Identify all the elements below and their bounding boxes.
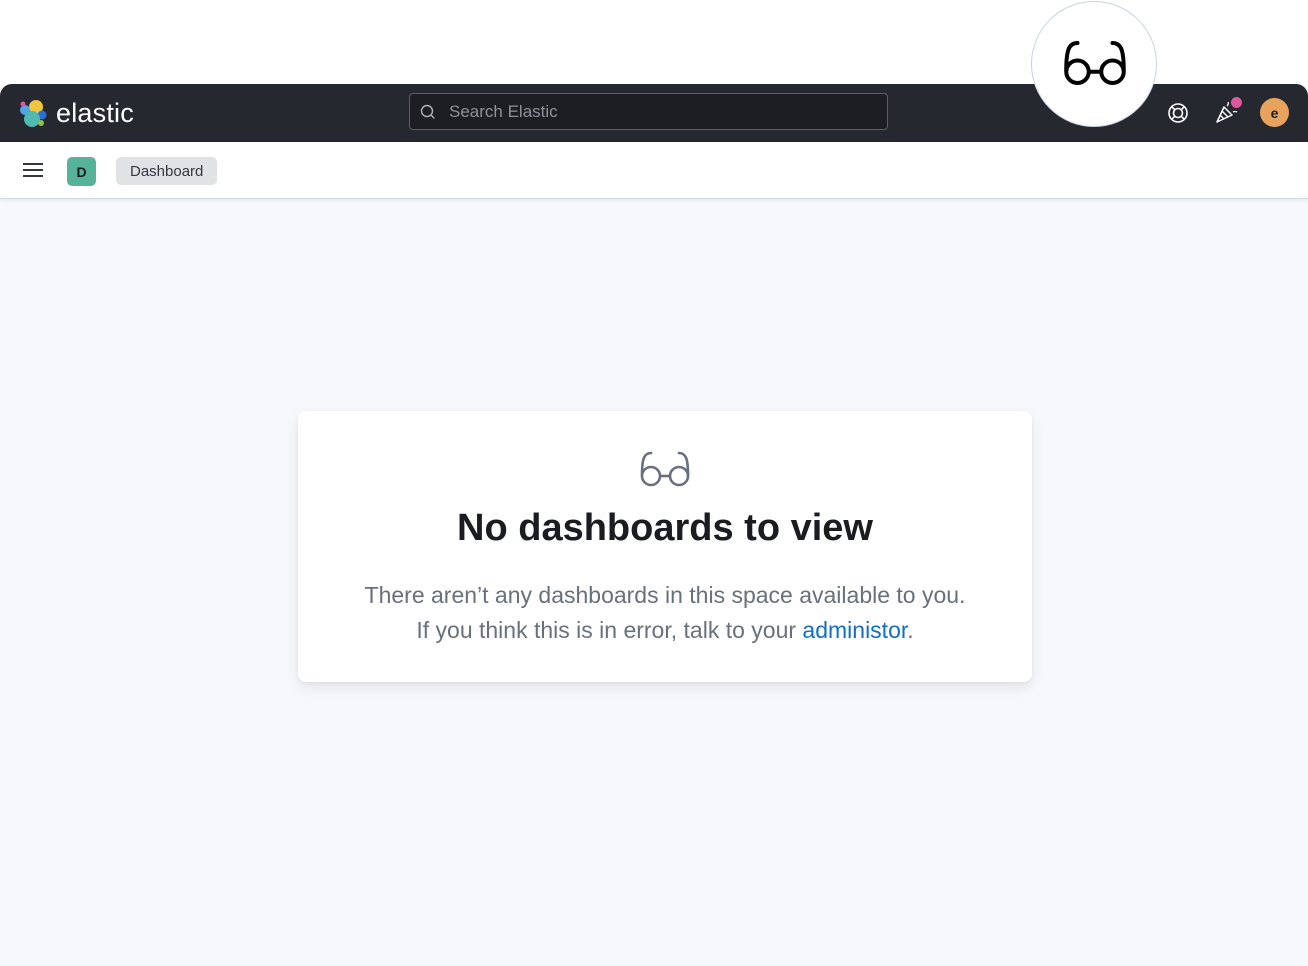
kibana-app: elastic e [0,84,1308,966]
glasses-icon [1064,41,1126,85]
hamburger-menu-icon[interactable] [22,161,44,179]
breadcrumb-bar: D Dashboard [0,142,1308,199]
line-2-suffix: . [907,617,914,643]
empty-state-line-1: There aren’t any dashboards in this spac… [364,582,966,608]
empty-state-panel: No dashboards to view There aren’t any d… [298,411,1032,682]
help-lifebuoy-icon[interactable] [1166,101,1190,125]
space-selector[interactable]: D [67,157,96,186]
global-search[interactable] [409,93,888,130]
magnified-glasses-callout [1031,1,1157,127]
empty-state-title: No dashboards to view [457,507,873,549]
elastic-logo-link[interactable]: elastic [18,98,134,129]
notification-dot [1231,97,1242,108]
breadcrumb-dashboard[interactable]: Dashboard [116,157,218,185]
elastic-logo-icon [20,99,47,127]
user-avatar[interactable]: e [1260,98,1289,127]
empty-state-body: There aren’t any dashboards in this spac… [298,578,1032,648]
logo-text: elastic [56,98,134,128]
administrator-link[interactable]: administor [802,617,907,643]
glasses-icon [640,451,690,487]
search-input[interactable] [447,100,871,123]
search-icon [420,104,435,119]
line-2-prefix: If you think this is in error, talk to y… [416,617,803,643]
empty-state-line-2: If you think this is in error, talk to y… [298,613,1032,648]
